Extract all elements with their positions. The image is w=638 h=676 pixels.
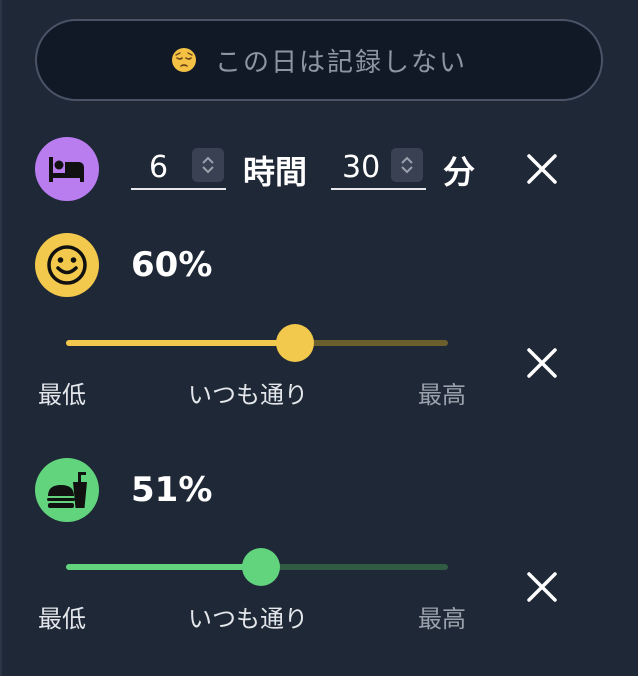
- chevron-down-icon[interactable]: [200, 165, 216, 175]
- remove-sleep-close-icon[interactable]: [525, 152, 559, 186]
- pensive-face-icon: [171, 48, 196, 72]
- mood-percent: 60%: [131, 245, 213, 285]
- sleep-category-badge: [35, 137, 99, 201]
- mood-slider[interactable]: [66, 323, 448, 363]
- record-panel: この日は記録しない 6 時間 30 分 60% 最低 いつも通り 最高 51% …: [0, 0, 638, 676]
- food-scale-mid: いつも通り: [188, 605, 308, 633]
- food-percent: 51%: [131, 470, 213, 510]
- chevron-up-icon[interactable]: [399, 155, 415, 165]
- food-slider-fill: [66, 564, 261, 570]
- smiley-face-icon: [47, 245, 87, 285]
- mood-slider-thumb[interactable]: [276, 324, 314, 362]
- bed-icon: [49, 157, 84, 182]
- chevron-down-icon[interactable]: [399, 165, 415, 175]
- mood-scale-low: 最低: [38, 381, 86, 409]
- mood-category-badge: [35, 233, 99, 297]
- sleep-hours-stepper[interactable]: [192, 148, 224, 182]
- mood-scale-high: 最高: [418, 381, 466, 409]
- food-slider[interactable]: [66, 547, 448, 587]
- remove-mood-close-icon[interactable]: [525, 346, 559, 380]
- minutes-unit-label: 分: [443, 153, 476, 191]
- sleep-hours-value: 6: [149, 150, 169, 185]
- food-scale-high: 最高: [418, 605, 466, 633]
- sleep-minutes-stepper[interactable]: [391, 148, 423, 182]
- left-divider: [0, 0, 2, 676]
- mood-slider-fill: [66, 340, 295, 346]
- skip-day-button[interactable]: この日は記録しない: [35, 19, 603, 101]
- skip-day-label: この日は記録しない: [214, 47, 467, 78]
- food-scale-low: 最低: [38, 605, 86, 633]
- food-slider-thumb[interactable]: [242, 548, 280, 586]
- mood-scale-mid: いつも通り: [188, 381, 308, 409]
- fast-food-icon: [47, 472, 87, 508]
- chevron-up-icon[interactable]: [200, 155, 216, 165]
- remove-food-close-icon[interactable]: [525, 570, 559, 604]
- sleep-hours-field[interactable]: 6: [131, 146, 226, 190]
- sleep-minutes-field[interactable]: 30: [331, 146, 426, 190]
- sleep-minutes-value: 30: [342, 150, 381, 185]
- food-category-badge: [35, 458, 99, 522]
- hours-unit-label: 時間: [243, 153, 308, 191]
